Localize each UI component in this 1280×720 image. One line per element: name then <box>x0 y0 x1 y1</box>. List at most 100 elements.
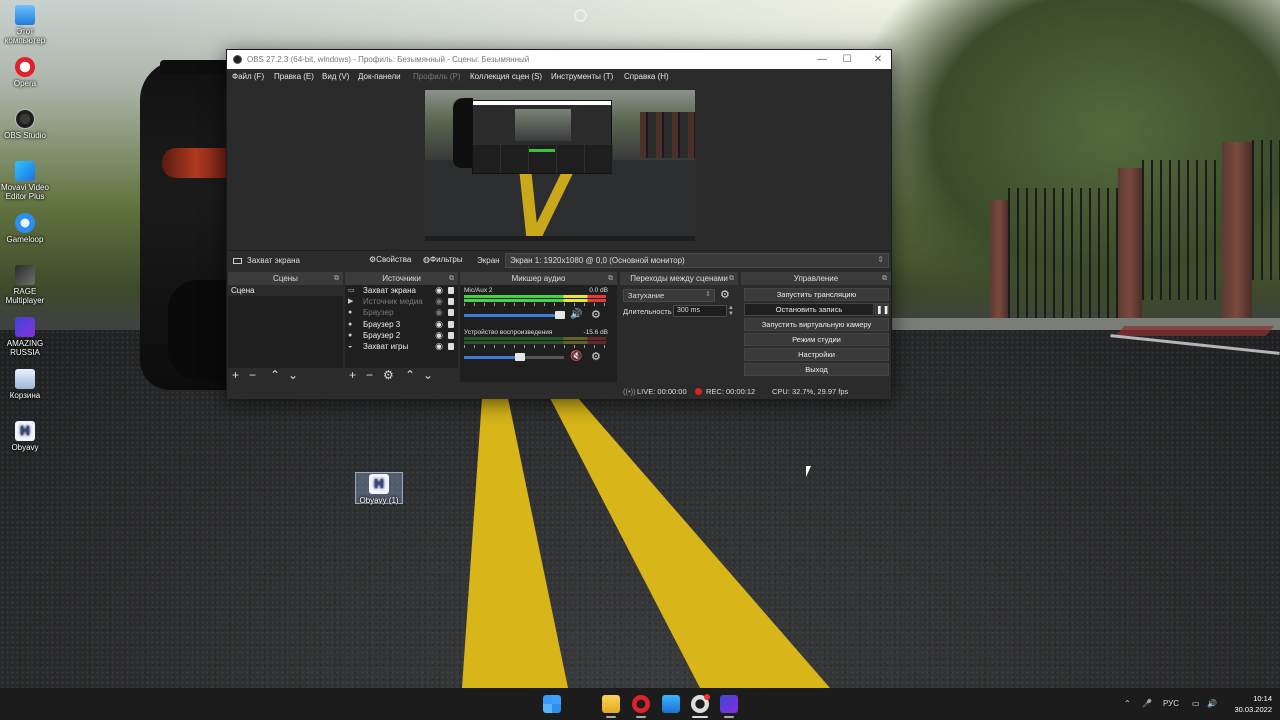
network-icon[interactable]: ▭ <box>1192 699 1200 708</box>
maximize-button[interactable]: ☐ <box>836 53 858 66</box>
speaker-icon[interactable]: 🔊 <box>570 309 582 320</box>
volume-slider-knob[interactable] <box>555 311 565 319</box>
duration-input[interactable]: 300 ms <box>673 305 727 317</box>
dock-float-icon[interactable]: ⧉ <box>334 272 339 285</box>
gear-icon[interactable]: ⚙ <box>720 288 730 301</box>
eye-icon[interactable]: ◉ <box>435 341 443 352</box>
source-item[interactable]: ◒ Захват игры ◉ <box>345 341 458 352</box>
stop-recording-button[interactable]: Остановить запись <box>744 303 874 316</box>
microphone-icon[interactable]: 🎤 <box>1142 699 1152 708</box>
source-item[interactable]: ▶ Источник медиа ◉ <box>345 296 458 307</box>
transition-select[interactable]: Затухание ⇕ <box>623 289 715 302</box>
title-bar[interactable]: OBS 27.2.3 (64-bit, windows) - Профиль: … <box>227 50 891 69</box>
scene-item[interactable]: Сцена <box>228 285 343 296</box>
chevron-up-icon[interactable]: ⌃ <box>1124 699 1131 708</box>
search-icon[interactable] <box>574 9 587 22</box>
gear-icon[interactable]: ⚙ <box>383 369 394 382</box>
desktop-icon-movavi[interactable]: Movavi Video Editor Plus <box>0 161 50 201</box>
volume-slider-fill <box>464 356 520 359</box>
record-dot-icon <box>695 388 702 395</box>
windows-start-icon[interactable] <box>543 695 561 713</box>
speaker-muted-icon[interactable]: 🔇 <box>570 351 582 362</box>
app-active-indicator <box>692 716 708 718</box>
desktop-icon-gameloop[interactable]: Gameloop <box>0 213 50 244</box>
menu-help[interactable]: Справка (H) <box>624 72 669 81</box>
desktop-icon-obyavy[interactable]: H Obyavy <box>0 421 50 452</box>
globe-icon: ● <box>348 309 353 317</box>
clock[interactable]: 10:14 30.03.2022 <box>1228 693 1272 715</box>
preview-canvas[interactable] <box>425 90 695 241</box>
studio-mode-button[interactable]: Режим студии <box>744 333 889 346</box>
chevron-updown-icon: ⇕ <box>877 255 884 264</box>
lock-icon[interactable] <box>448 331 454 339</box>
lock-icon[interactable] <box>448 309 454 317</box>
volume-icon[interactable]: 🔊 <box>1207 699 1217 708</box>
desktop-icon-obs[interactable]: OBS Studio <box>0 109 50 140</box>
file-explorer-icon[interactable] <box>602 695 620 713</box>
source-item[interactable]: ▭ Захват экрана ◉ <box>345 285 458 296</box>
dock-float-icon[interactable]: ⧉ <box>608 272 613 285</box>
exit-button[interactable]: Выход <box>744 363 889 376</box>
move-up-icon[interactable]: ⌃ <box>270 369 280 382</box>
start-virtual-camera-button[interactable]: Запустить виртуальную камеру <box>744 318 889 331</box>
volume-slider[interactable] <box>464 311 565 319</box>
notepad-icon[interactable] <box>662 695 680 713</box>
menu-edit[interactable]: Правка (E) <box>274 72 314 81</box>
dock-float-icon[interactable]: ⧉ <box>729 272 734 285</box>
eye-icon[interactable]: ◉ <box>435 285 443 296</box>
menu-docks[interactable]: Док-панели <box>358 72 401 81</box>
eye-icon[interactable]: ◉ <box>435 319 443 330</box>
dock-float-icon[interactable]: ⧉ <box>449 272 454 285</box>
channel-name: Mic/Aux 2 <box>464 287 493 294</box>
lock-icon[interactable] <box>448 342 454 350</box>
pause-icon[interactable]: ❚❚ <box>875 303 889 316</box>
input-language[interactable]: РУС <box>1163 699 1179 708</box>
screen-select-value: Экран 1: 1920x1080 @ 0,0 (Основной монит… <box>510 256 685 265</box>
gameloop-icon <box>15 213 35 233</box>
menu-tools[interactable]: Инструменты (T) <box>551 72 613 81</box>
eye-icon[interactable]: ◉ <box>435 330 443 341</box>
source-item[interactable]: ● Браузер ◉ <box>345 307 458 318</box>
gear-icon[interactable]: ⚙ <box>591 350 601 363</box>
source-item[interactable]: ● Браузер 2 ◉ <box>345 330 458 341</box>
eye-off-icon[interactable]: ◉ <box>435 296 443 307</box>
opera-icon[interactable] <box>632 695 650 713</box>
move-down-icon[interactable]: ⌄ <box>288 369 298 382</box>
desktop-icon-opera[interactable]: Opera <box>0 57 50 88</box>
lock-icon[interactable] <box>448 320 454 328</box>
menu-view[interactable]: Вид (V) <box>322 72 349 81</box>
desktop-icon-this-pc[interactable]: Этот компьютер <box>0 5 50 45</box>
lock-icon[interactable] <box>448 287 454 294</box>
remove-icon[interactable]: − <box>249 369 256 382</box>
desktop-icon-obyavy-1[interactable]: H Obyavy (1) <box>354 474 404 505</box>
spinner-up-down-icon[interactable]: ▲ ▼ <box>728 305 734 317</box>
amazing-russia-taskbar-icon[interactable] <box>720 695 738 713</box>
menu-scene-collection[interactable]: Коллекция сцен (S) <box>470 72 542 81</box>
menu-profile[interactable]: Профиль (P) <box>413 72 460 81</box>
lock-icon[interactable] <box>448 298 454 306</box>
minimize-button[interactable]: — <box>811 53 833 66</box>
volume-slider[interactable] <box>464 353 564 361</box>
desktop-icon-amazing-russia[interactable]: AMAZING RUSSIA <box>0 317 50 357</box>
source-item[interactable]: ● Браузер 3 ◉ <box>345 319 458 330</box>
close-button[interactable]: ✕ <box>867 53 889 66</box>
desktop-icon-rage[interactable]: RAGE Multiplayer <box>0 265 50 305</box>
eye-off-icon[interactable]: ◉ <box>435 307 443 318</box>
start-streaming-button[interactable]: Запустить трансляцию <box>744 288 889 301</box>
remove-icon[interactable]: − <box>366 369 373 382</box>
move-up-icon[interactable]: ⌃ <box>405 369 415 382</box>
move-down-icon[interactable]: ⌄ <box>423 369 433 382</box>
dock-float-icon[interactable]: ⧉ <box>882 272 887 285</box>
add-icon[interactable]: + <box>349 369 356 382</box>
desktop-icon-recycle-bin[interactable]: Корзина <box>0 369 50 400</box>
settings-button[interactable]: Настройки <box>744 348 889 361</box>
volume-slider-knob[interactable] <box>515 353 525 361</box>
gear-icon[interactable]: ⚙ <box>591 308 601 321</box>
properties-button[interactable]: ⚙Свойства <box>369 255 411 264</box>
filters-button[interactable]: ◍Фильтры <box>423 255 463 264</box>
add-icon[interactable]: + <box>232 369 239 382</box>
screen-select[interactable]: Экран 1: 1920x1080 @ 0,0 (Основной монит… <box>505 253 889 268</box>
mouse-cursor-icon <box>806 466 811 477</box>
audio-mixer-dock: Микшер аудио ⧉ Mic/Aux 2 0.0 dB 🔊 ⚙ Устро… <box>460 272 617 384</box>
menu-file[interactable]: Файл (F) <box>232 72 264 81</box>
